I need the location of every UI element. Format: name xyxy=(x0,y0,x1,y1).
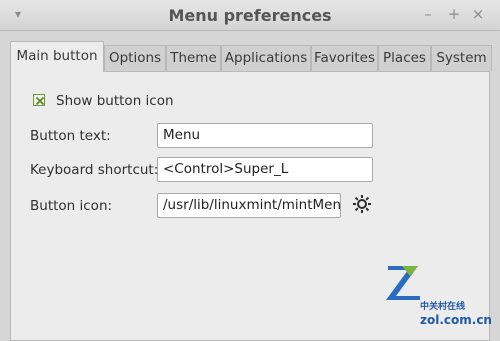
watermark-line2: zol.com.cn xyxy=(420,313,492,327)
gear-icon xyxy=(353,195,371,213)
tab-theme[interactable]: Theme xyxy=(166,45,221,71)
tab-favorites[interactable]: Favorites xyxy=(311,45,378,71)
button-icon-path-input[interactable]: /usr/lib/linuxmint/mintMenu xyxy=(157,193,341,218)
tab-applications[interactable]: Applications xyxy=(221,45,311,71)
tab-system[interactable]: System xyxy=(431,45,492,71)
tab-options[interactable]: Options xyxy=(104,45,166,71)
button-text-label: Button text: xyxy=(30,128,111,144)
button-text-input[interactable]: Menu xyxy=(157,123,373,148)
close-icon[interactable]: × xyxy=(470,6,486,22)
minimize-icon[interactable]: – xyxy=(420,6,436,22)
show-icon-checkbox[interactable] xyxy=(33,94,45,106)
icon-chooser-button[interactable] xyxy=(351,193,373,215)
maximize-icon[interactable]: + xyxy=(446,6,462,22)
keyboard-shortcut-input[interactable]: <Control>Super_L xyxy=(157,157,373,182)
zol-logo-icon xyxy=(386,266,420,300)
title-bar: ▾ Menu preferences – + × xyxy=(0,0,500,31)
shortcut-label: Keyboard shortcut: xyxy=(30,162,159,178)
tab-places[interactable]: Places xyxy=(378,45,431,71)
button-icon-label: Button icon: xyxy=(30,198,113,214)
tab-bar: Main button Options Theme Applications F… xyxy=(10,41,492,72)
watermark-line1: 中关村在线 xyxy=(420,302,466,312)
show-icon-label: Show button icon xyxy=(56,93,174,109)
checkmark-icon xyxy=(35,96,45,106)
tab-main-button[interactable]: Main button xyxy=(10,41,104,72)
